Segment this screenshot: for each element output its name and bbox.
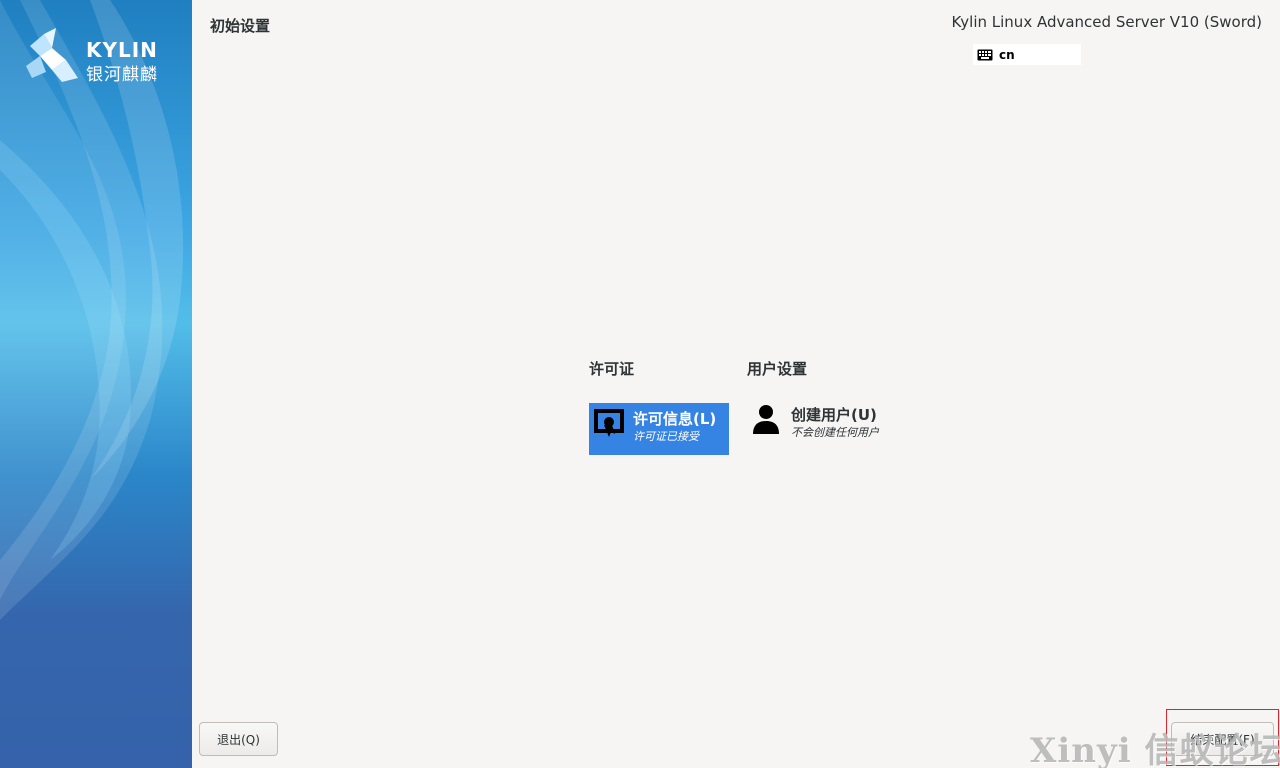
kylin-logo: KYLIN 银河麒麟 [22,26,182,86]
watermark: Xinyi 信蚁论坛 [1030,731,1280,768]
user-settings-section-heading: 用户设置 [747,360,808,378]
sidebar-wave-graphic [0,0,184,620]
keyboard-icon [977,49,993,60]
create-user-spoke[interactable]: 创建用户(U) 不会创建任何用户 [747,403,897,455]
initial-setup-window: KYLIN 银河麒麟 初始设置 Kylin Linux Advanced Ser… [0,0,1280,768]
page-title: 初始设置 [210,17,271,35]
create-user-text: 创建用户(U) 不会创建任何用户 [791,403,879,440]
license-info-status: 许可证已接受 [633,430,699,443]
sidebar: KYLIN 银河麒麟 [0,0,192,768]
keyboard-layout-label: cn [999,47,1015,62]
user-icon [753,405,779,434]
license-section-heading: 许可证 [589,360,635,378]
create-user-title: 创建用户(U) [791,406,877,424]
license-info-spoke[interactable]: 许可信息(L) 许可证已接受 [589,403,729,455]
kylin-emblem-icon [26,28,78,82]
certificate-icon [594,409,624,437]
logo-text-cn: 银河麒麟 [86,65,158,85]
quit-button[interactable]: 退出(Q) [199,722,278,756]
product-name: Kylin Linux Advanced Server V10 (Sword) [951,13,1262,31]
create-user-status: 不会创建任何用户 [791,426,879,439]
logo-text-en: KYLIN [86,38,158,62]
license-info-text: 许可信息(L) 许可证已接受 [633,407,716,444]
keyboard-layout-indicator[interactable]: cn [973,44,1081,65]
license-info-title: 许可信息(L) [633,410,717,428]
